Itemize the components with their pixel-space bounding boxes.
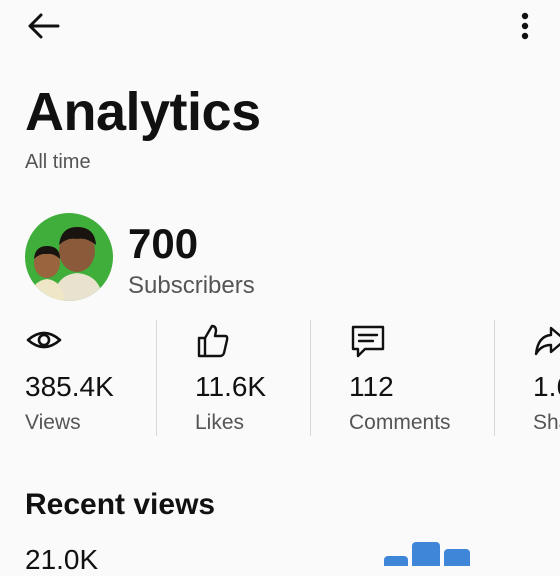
stat-value: 112 (349, 371, 394, 402)
divider (494, 320, 495, 436)
comment-icon (349, 322, 387, 365)
subscriber-label: Subscribers (128, 272, 255, 299)
avatar (25, 213, 113, 301)
chart-bar (384, 556, 408, 566)
stat-likes[interactable]: 11.6K Likes (195, 320, 305, 438)
stat-label: Views (25, 411, 81, 434)
back-button[interactable] (24, 8, 64, 44)
stat-value: 385.4K (25, 371, 114, 402)
eye-icon (25, 322, 63, 363)
stat-label: Sha (533, 411, 560, 434)
chart-bar (444, 549, 470, 566)
section-title: Recent views (25, 488, 216, 521)
more-options-button[interactable] (508, 8, 542, 44)
stat-comments[interactable]: 112 Comments (349, 320, 479, 438)
divider (310, 320, 311, 436)
share-icon (533, 322, 560, 365)
stat-label: Likes (195, 411, 245, 434)
divider (156, 320, 157, 436)
page-title: Analytics (25, 82, 261, 142)
stat-views[interactable]: 385.4K Views (25, 320, 145, 438)
more-vert-icon (508, 8, 542, 44)
stat-value: 11.6K (195, 371, 267, 402)
stat-label: Comments (349, 411, 451, 434)
thumbs-up-icon (195, 322, 231, 365)
chart-bar (412, 542, 440, 566)
recent-views-value: 21.0K (25, 544, 99, 575)
stat-shares[interactable]: 1.6 Sha (533, 320, 560, 438)
subscriber-count: 700 (128, 220, 199, 267)
stat-value: 1.6 (533, 371, 560, 402)
arrow-back-icon (24, 8, 64, 44)
time-range-label[interactable]: All time (25, 151, 91, 174)
